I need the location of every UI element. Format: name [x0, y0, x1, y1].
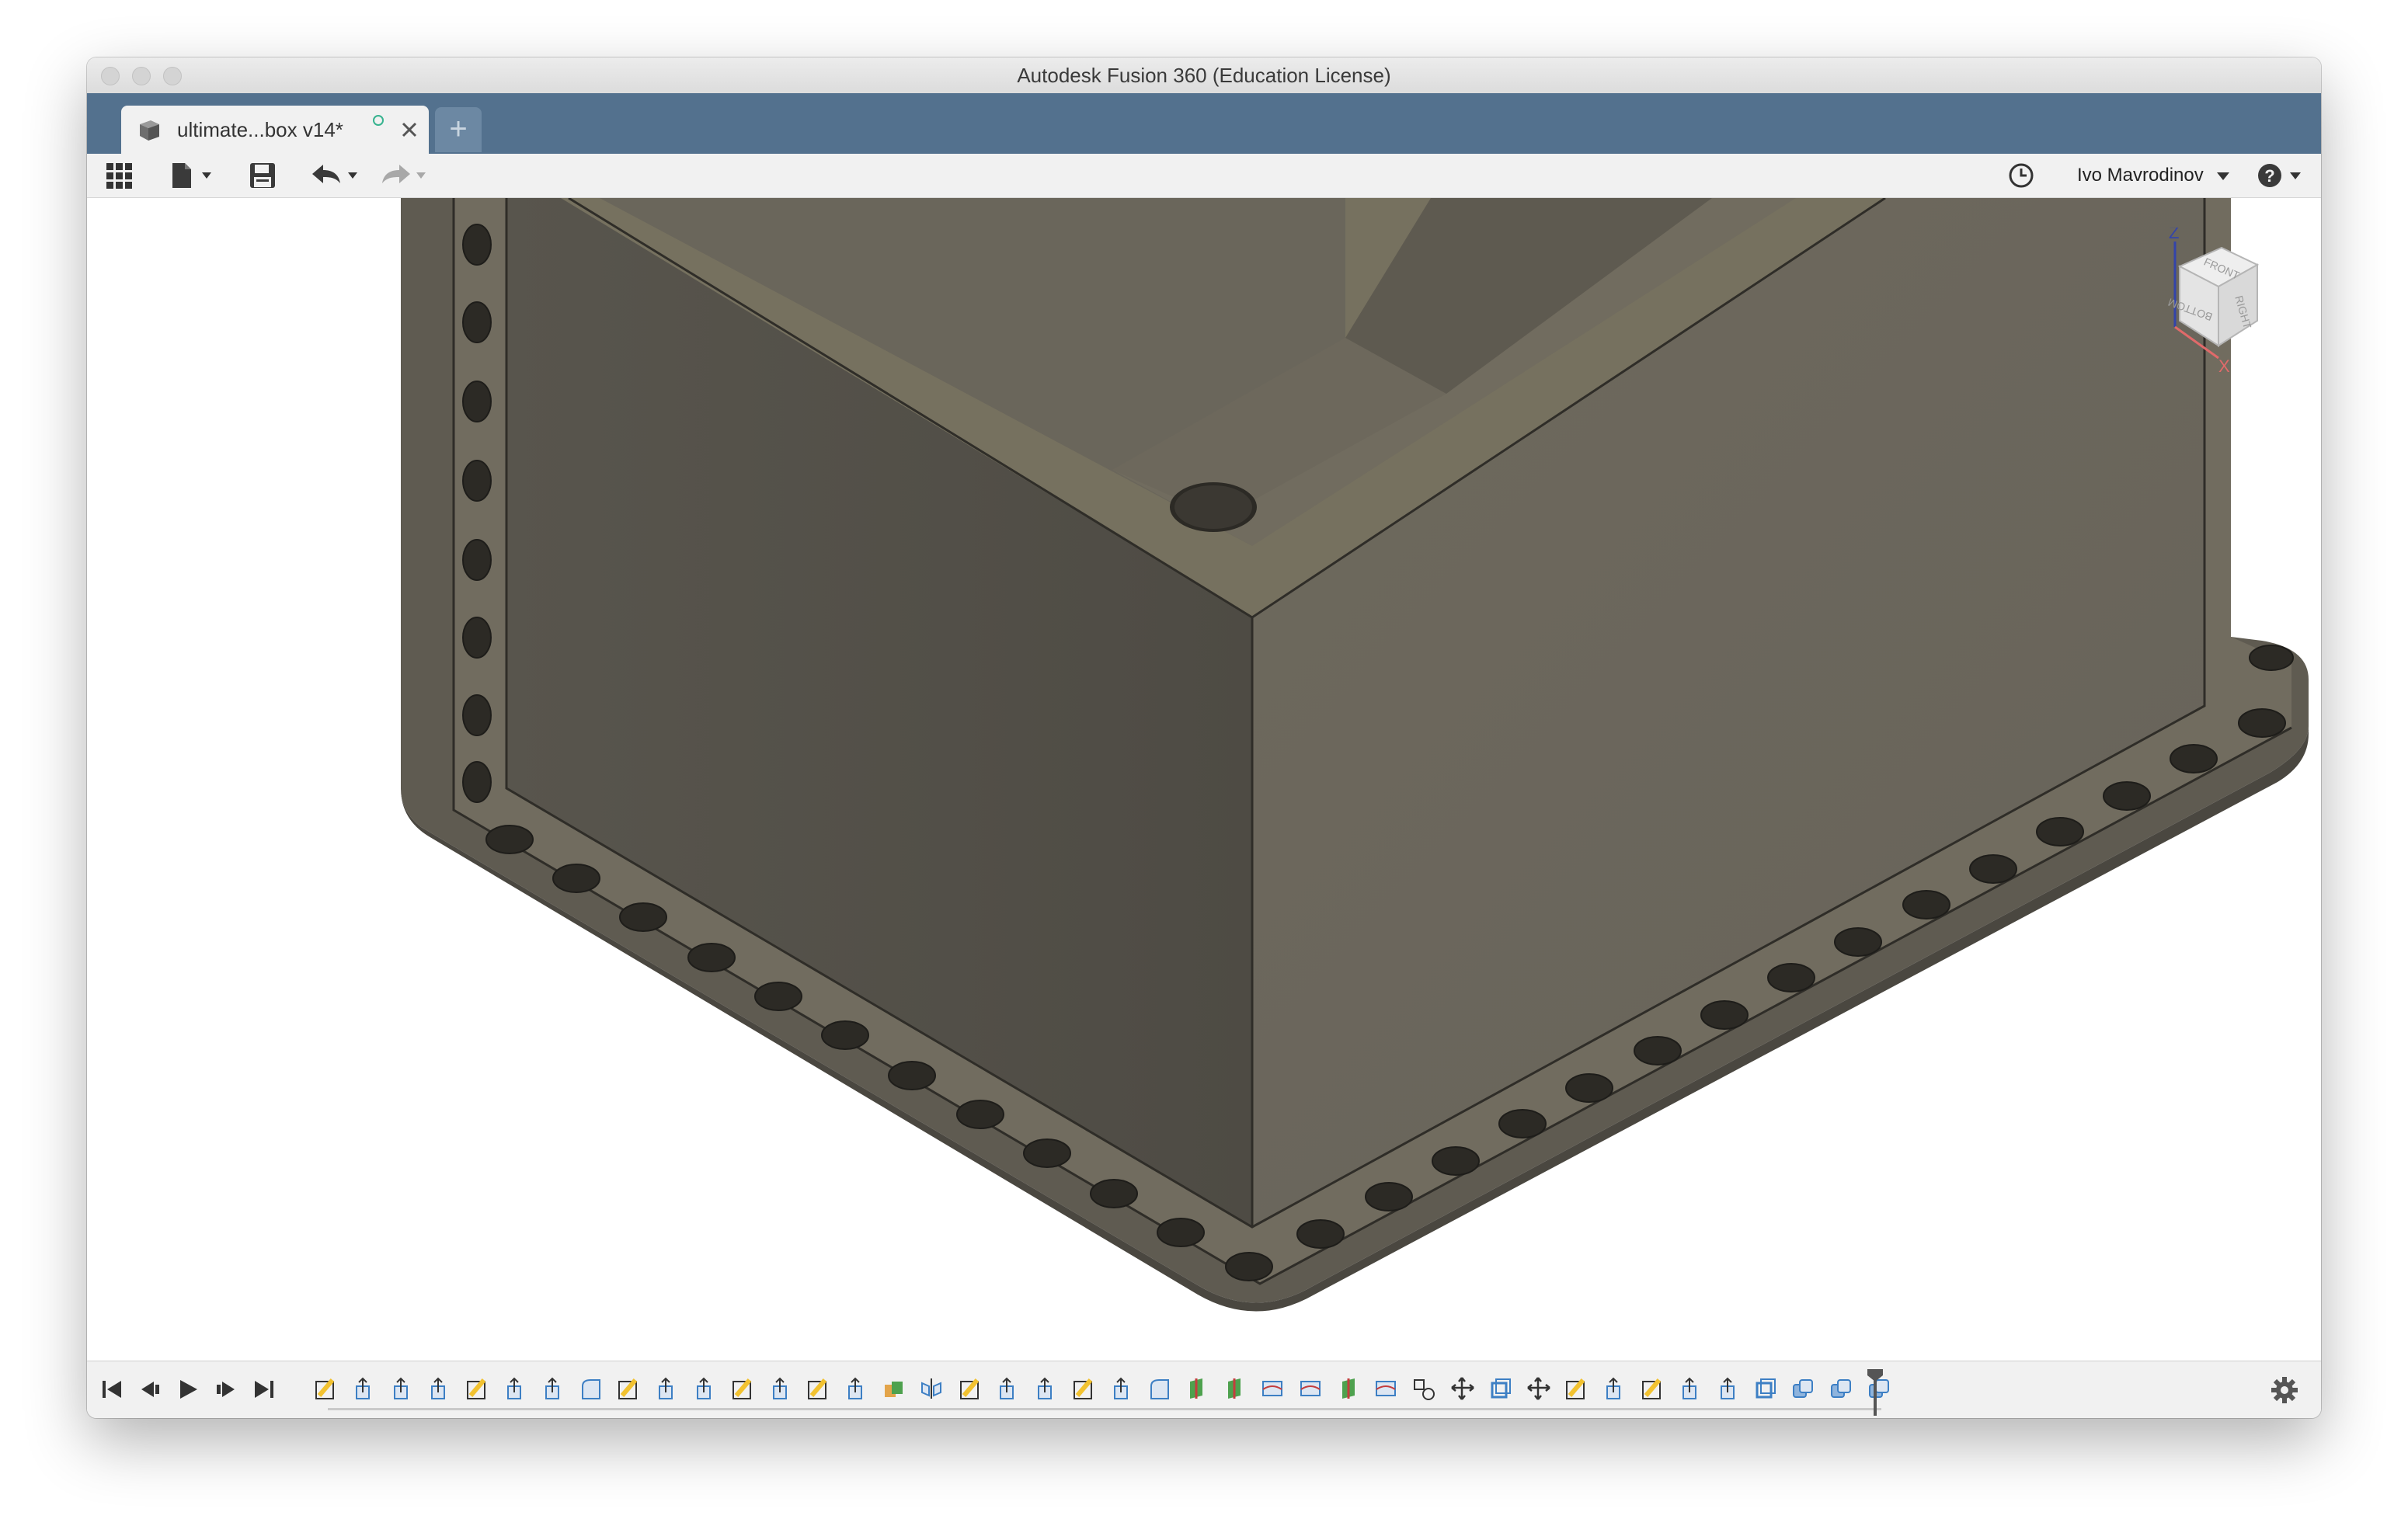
redo-icon[interactable] — [379, 160, 433, 191]
timeline-feature-move-icon[interactable] — [1526, 1375, 1552, 1402]
clock-icon[interactable] — [2006, 160, 2037, 191]
document-tab[interactable]: ultimate...box v14* — [121, 106, 429, 154]
timeline-feature-extrude-icon[interactable] — [426, 1375, 452, 1402]
timeline-feature-fillet-icon[interactable] — [1147, 1375, 1173, 1402]
timeline-feature-extrude-icon[interactable] — [502, 1375, 528, 1402]
help-icon[interactable]: ? — [2256, 160, 2307, 191]
apps-grid-icon[interactable] — [104, 160, 135, 191]
timeline-feature-sketch-icon[interactable] — [729, 1375, 756, 1402]
timeline-feature-fillet-icon[interactable] — [578, 1375, 604, 1402]
timeline-feature-extrude-icon[interactable] — [388, 1375, 415, 1402]
close-icon[interactable] — [399, 120, 419, 140]
timeline-feature-align-icon[interactable] — [1411, 1375, 1438, 1402]
timeline-feature-extrude-icon[interactable] — [1715, 1375, 1742, 1402]
design-canvas[interactable]: Z X FRONT RIGHT BOTTOM — [87, 198, 2321, 1361]
timeline-feature-combine-icon[interactable] — [881, 1375, 907, 1402]
timeline-feature-sketch-icon[interactable] — [615, 1375, 642, 1402]
timeline-feature-extrude-icon[interactable] — [691, 1375, 718, 1402]
timeline-feature-sketch-icon[interactable] — [1070, 1375, 1097, 1402]
document-tab-label: ultimate...box v14* — [177, 118, 343, 141]
timeline-feature-split-body-icon[interactable] — [1336, 1375, 1362, 1402]
step-back-icon[interactable] — [137, 1375, 165, 1403]
document-tab-strip: ultimate...box v14* + — [87, 93, 2321, 154]
save-icon[interactable] — [247, 160, 278, 191]
skip-to-start-icon[interactable] — [98, 1375, 126, 1403]
timeline-feature-sketch-icon[interactable] — [1639, 1375, 1665, 1402]
timeline-feature-loft-icon[interactable] — [1260, 1375, 1286, 1402]
timeline-feature-extrude-icon[interactable] — [994, 1375, 1021, 1402]
timeline-feature-copy-icon[interactable] — [1790, 1375, 1817, 1402]
app-window: Autodesk Fusion 360 (Education License) … — [87, 57, 2321, 1418]
timeline-track — [328, 1408, 1881, 1410]
timeline-feature-extrude-icon[interactable] — [1108, 1375, 1135, 1402]
file-menu-icon[interactable] — [168, 160, 216, 191]
new-tab-button[interactable]: + — [435, 107, 482, 152]
timeline-feature-split-body-icon[interactable] — [1222, 1375, 1248, 1402]
window-title: Autodesk Fusion 360 (Education License) — [1017, 64, 1391, 87]
timeline-feature-sketch-icon[interactable] — [464, 1375, 490, 1402]
timeline-feature-loft-icon[interactable] — [1373, 1375, 1400, 1402]
skip-to-end-icon[interactable] — [250, 1375, 278, 1403]
timeline-bar — [87, 1361, 2321, 1418]
user-account-menu[interactable]: Ivo Mavrodinov — [2077, 165, 2204, 186]
title-bar: Autodesk Fusion 360 (Education License) — [87, 57, 2321, 94]
timeline-feature-extrude-icon[interactable] — [653, 1375, 680, 1402]
svg-text:?: ? — [2264, 166, 2274, 186]
timeline-feature-mirror-icon[interactable] — [919, 1375, 945, 1402]
timeline-feature-sketch-icon[interactable] — [1563, 1375, 1589, 1402]
timeline-feature-extrude-icon[interactable] — [767, 1375, 794, 1402]
timeline-feature-extrude-icon[interactable] — [1601, 1375, 1627, 1402]
timeline-feature-split-body-icon[interactable] — [1184, 1375, 1210, 1402]
quick-access-toolbar: Ivo Mavrodinov ? — [87, 154, 2321, 198]
3d-model-view — [401, 198, 2309, 1312]
timeline-feature-copy-icon[interactable] — [1829, 1375, 1855, 1402]
timeline-marker[interactable] — [1867, 1369, 1883, 1416]
chevron-down-icon[interactable] — [2214, 160, 2232, 191]
component-icon — [140, 120, 159, 141]
undo-icon[interactable] — [309, 160, 364, 191]
z-axis-label: Z — [2169, 228, 2179, 242]
viewcube[interactable]: Z X FRONT RIGHT BOTTOM — [2152, 228, 2268, 383]
timeline-feature-sketch-icon[interactable] — [805, 1375, 831, 1402]
timeline-feature-extrude-icon[interactable] — [1032, 1375, 1059, 1402]
timeline-feature-shell-icon[interactable] — [1488, 1375, 1514, 1402]
timeline-feature-extrude-icon[interactable] — [1677, 1375, 1703, 1402]
play-icon[interactable] — [174, 1375, 202, 1403]
timeline-feature-extrude-icon[interactable] — [540, 1375, 566, 1402]
gear-icon[interactable] — [2270, 1375, 2299, 1405]
timeline-feature-sketch-icon[interactable] — [312, 1375, 339, 1402]
timeline-feature-move-icon[interactable] — [1449, 1375, 1476, 1402]
timeline-feature-loft-icon[interactable] — [1298, 1375, 1324, 1402]
timeline-feature-sketch-icon[interactable] — [957, 1375, 983, 1402]
saved-status-icon — [373, 115, 384, 126]
step-forward-icon[interactable] — [211, 1375, 239, 1403]
timeline-feature-extrude-icon[interactable] — [350, 1375, 377, 1402]
timeline-feature-extrude-icon[interactable] — [843, 1375, 869, 1402]
x-axis-label: X — [2218, 356, 2230, 376]
timeline-feature-shell-icon[interactable] — [1752, 1375, 1779, 1402]
